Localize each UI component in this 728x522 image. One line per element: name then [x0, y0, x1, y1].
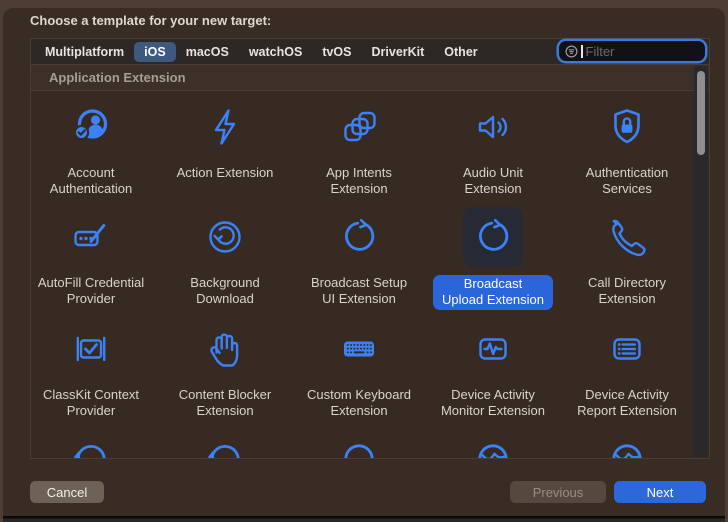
template-grid: Account Authentication Action Extension …	[31, 91, 709, 458]
template-item-autofill-credential-provider[interactable]: AutoFill Credential Provider	[31, 201, 158, 307]
board-check-icon	[76, 336, 106, 362]
tab-multiplatform[interactable]: Multiplatform	[35, 42, 134, 62]
bolt-icon	[214, 109, 236, 145]
template-item-broadcast-setup-ui-extension[interactable]: Broadcast Setup UI Extension	[292, 201, 426, 307]
scrollbar-thumb[interactable]	[697, 71, 705, 155]
template-item-partial-1[interactable]	[31, 423, 158, 458]
circular-arrow-partial-icon	[207, 444, 240, 458]
dialog-title: Choose a template for your new target:	[30, 13, 272, 28]
new-target-sheet: Choose a template for your new target: M…	[3, 8, 725, 522]
template-item-partial-2[interactable]	[158, 423, 292, 458]
template-item-custom-keyboard-extension[interactable]: Custom Keyboard Extension	[292, 313, 426, 419]
window-bottom-edge	[3, 516, 725, 522]
cancel-button[interactable]: Cancel	[30, 481, 104, 503]
globe-partial-icon	[612, 444, 642, 458]
person-check-badge-icon	[73, 109, 108, 141]
filter-field[interactable]	[559, 41, 705, 61]
filter-icon	[565, 44, 578, 58]
platform-tabbar: Multiplatform iOS macOS watchOS tvOS Dri…	[31, 39, 709, 65]
tab-macos[interactable]: macOS	[176, 42, 239, 62]
circular-arrow-icon	[345, 218, 375, 251]
template-item-broadcast-upload-extension[interactable]: Broadcast Upload Extension	[426, 201, 560, 310]
globe-partial-icon	[478, 444, 508, 458]
template-item-account-authentication[interactable]: Account Authentication	[31, 91, 158, 197]
template-item-classkit-context-provider[interactable]: ClassKit Context Provider	[31, 313, 158, 419]
circle-partial-icon	[344, 444, 374, 458]
text-caret	[581, 44, 583, 58]
template-item-partial-3[interactable]	[292, 423, 426, 458]
template-item-partial-5[interactable]	[560, 423, 694, 458]
template-item-background-download[interactable]: Background Download	[158, 201, 292, 307]
section-header-application-extension: Application Extension	[31, 65, 709, 91]
keyboard-icon	[344, 341, 374, 357]
circular-arrow-icon	[479, 218, 509, 251]
template-item-partial-4[interactable]	[426, 423, 560, 458]
circular-arrow-partial-icon	[73, 444, 106, 458]
tab-driverkit[interactable]: DriverKit	[362, 42, 435, 62]
template-item-audio-unit-extension[interactable]: Audio Unit Extension	[426, 91, 560, 197]
template-item-call-directory-extension[interactable]: Call Directory Extension	[560, 201, 694, 307]
shield-lock-icon	[614, 109, 640, 144]
template-item-device-activity-report-extension[interactable]: Device Activity Report Extension	[560, 313, 694, 419]
credential-pencil-icon	[74, 224, 106, 247]
template-item-device-activity-monitor-extension[interactable]: Device Activity Monitor Extension	[426, 313, 560, 419]
hand-raised-icon	[210, 333, 239, 367]
stacked-squares-icon	[344, 111, 376, 142]
tab-tvos[interactable]: tvOS	[312, 42, 361, 62]
tab-ios[interactable]: iOS	[134, 41, 176, 62]
tab-watchos[interactable]: watchOS	[239, 42, 313, 62]
list-rect-icon	[613, 338, 641, 360]
arrow-down-circle-icon	[209, 221, 241, 253]
speaker-waves-icon	[478, 115, 508, 139]
template-item-action-extension[interactable]: Action Extension	[158, 91, 292, 181]
template-item-authentication-services[interactable]: Authentication Services	[560, 91, 694, 197]
scrollbar[interactable]	[694, 66, 708, 457]
phone-icon	[612, 219, 646, 257]
next-button[interactable]: Next	[614, 481, 706, 503]
template-item-app-intents-extension[interactable]: App Intents Extension	[292, 91, 426, 197]
filter-input[interactable]	[585, 43, 699, 59]
template-chooser-panel: Multiplatform iOS macOS watchOS tvOS Dri…	[30, 38, 710, 459]
tab-other[interactable]: Other	[434, 42, 487, 62]
previous-button[interactable]: Previous	[510, 481, 606, 503]
template-item-content-blocker-extension[interactable]: Content Blocker Extension	[158, 313, 292, 419]
waveform-rect-icon	[479, 338, 507, 360]
